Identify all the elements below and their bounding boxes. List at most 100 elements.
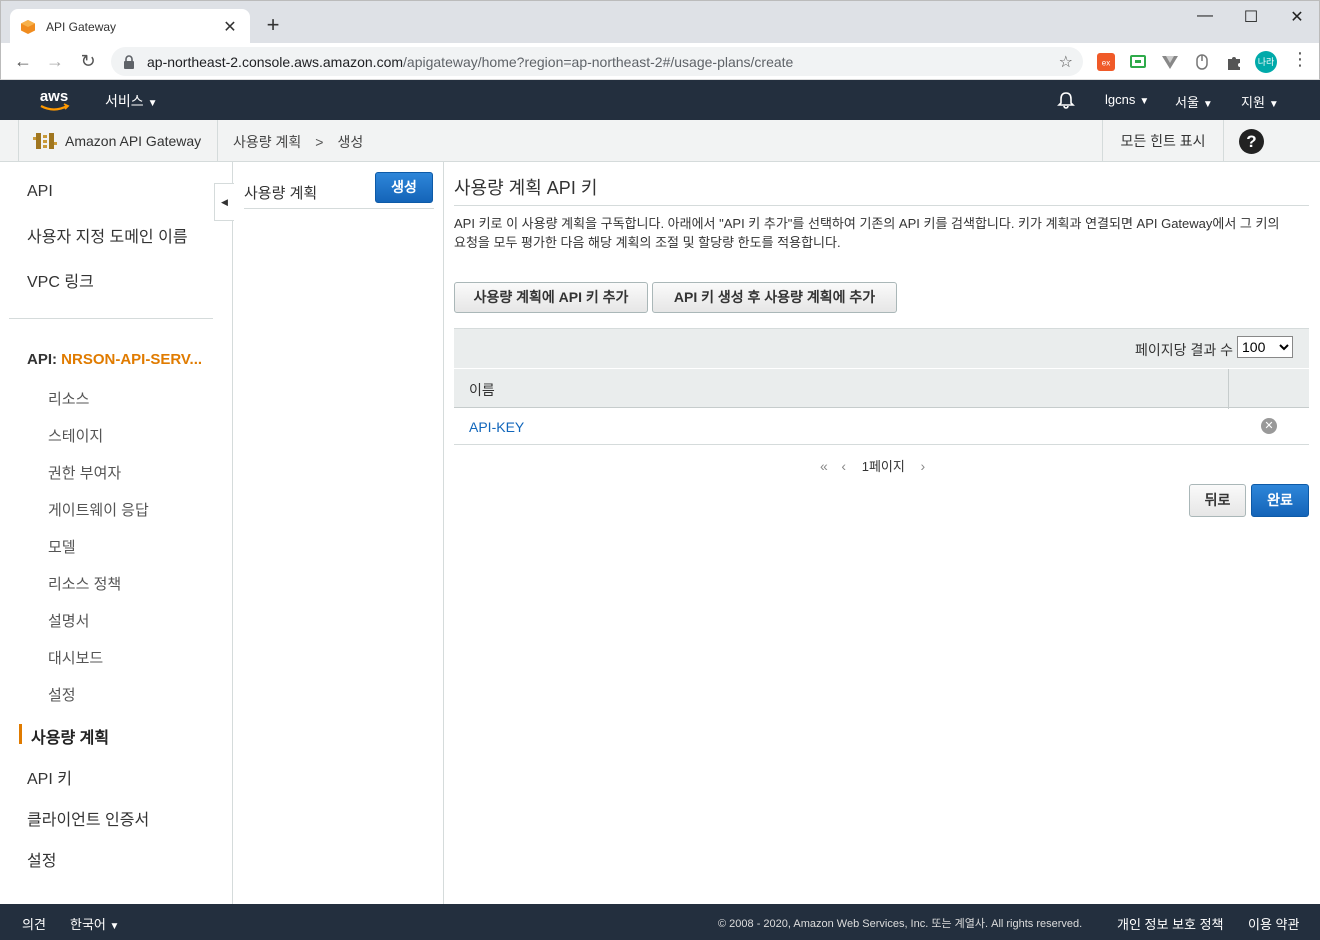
window-close-icon[interactable]: ✕	[1277, 7, 1317, 27]
nav-api-prefix: API:	[27, 351, 57, 368]
prev-page-icon[interactable]: ‹	[841, 458, 846, 474]
table-header: 이름	[454, 368, 1309, 409]
main-panel: 사용량 계획 API 키 API 키로 이 사용량 계획을 구독합니다. 아래에…	[444, 162, 1320, 904]
minimize-icon[interactable]: —	[1185, 7, 1225, 25]
api-key-link[interactable]: API-KEY	[469, 419, 524, 435]
svg-text:ex: ex	[1102, 59, 1110, 68]
breadcrumb-separator: >	[315, 134, 324, 150]
browser-toolbar: ← → ↻ ap-northeast-2.console.aws.amazon.…	[0, 43, 1320, 80]
terms-link[interactable]: 이용 약관	[1248, 914, 1299, 933]
pagination: « ‹ 1페이지 ›	[820, 456, 925, 475]
aws-top-nav: aws 서비스 ▼ lgcns ▼ 서울 ▼ 지원 ▼	[0, 80, 1320, 120]
create-api-key-button[interactable]: API 키 생성 후 사용량 계획에 추가	[652, 282, 897, 313]
browser-tabstrip: API Gateway ✕ + — ☐ ✕	[0, 0, 1320, 44]
support-caret-icon: ▼	[1268, 99, 1279, 110]
table-toolbar: 페이지당 결과 수 100	[454, 328, 1309, 368]
region-menu[interactable]: 서울 ▼	[1175, 92, 1213, 111]
browser-tab[interactable]: API Gateway ✕	[10, 9, 250, 44]
nav-item-custom-domain[interactable]: 사용자 지정 도메인 이름	[27, 223, 188, 247]
table-row: API-KEY ✕	[454, 408, 1309, 445]
notification-bell-icon[interactable]	[1056, 90, 1076, 110]
url-path: /apigateway/home?region=ap-northeast-2#/…	[403, 53, 794, 70]
nav-item-documentation[interactable]: 설명서	[48, 610, 89, 631]
extension-screen-icon[interactable]	[1129, 53, 1147, 71]
nav-item-usage-plans[interactable]: 사용량 계획	[31, 724, 109, 748]
nav-item-resource-policy[interactable]: 리소스 정책	[48, 573, 121, 594]
mid-divider	[244, 208, 434, 209]
usage-plans-heading: 사용량 계획	[244, 185, 318, 202]
language-selector[interactable]: 한국어 ▼	[70, 914, 119, 933]
nav-item-client-certificates[interactable]: 클라이언트 인증서	[27, 806, 149, 830]
account-caret-icon: ▼	[1139, 96, 1150, 107]
done-button[interactable]: 완료	[1251, 484, 1309, 517]
copyright-text: © 2008 - 2020, Amazon Web Services, Inc.…	[718, 918, 1083, 930]
api-gateway-service-icon	[33, 133, 57, 149]
nav-item-api[interactable]: API	[27, 183, 53, 201]
usage-plan-list-panel: 사용량 계획 생성	[234, 162, 444, 904]
next-page-icon[interactable]: ›	[920, 458, 925, 474]
nav-item-models[interactable]: 모델	[48, 536, 76, 557]
service-bar: Amazon API Gateway 사용량 계획 > 생성 모든 힌트 표시 ?	[0, 120, 1320, 162]
nav-item-dashboard[interactable]: 대시보드	[48, 647, 103, 668]
extension-mouse-icon[interactable]	[1193, 53, 1211, 71]
bookmark-star-icon[interactable]: ☆	[1059, 52, 1073, 72]
add-api-key-button[interactable]: 사용량 계획에 API 키 추가	[454, 282, 648, 313]
per-page-select[interactable]: 100	[1237, 336, 1293, 358]
svg-text:aws: aws	[40, 88, 68, 105]
maximize-icon[interactable]: ☐	[1231, 7, 1271, 27]
api-gateway-favicon-icon	[21, 19, 35, 34]
help-icon[interactable]: ?	[1239, 129, 1264, 154]
back-button[interactable]: 뒤로	[1189, 484, 1246, 517]
support-menu[interactable]: 지원 ▼	[1241, 92, 1279, 111]
profile-avatar[interactable]: 나라	[1255, 51, 1277, 73]
service-brand[interactable]: Amazon API Gateway	[18, 120, 218, 162]
language-label: 한국어	[70, 917, 106, 932]
forward-arrow-icon[interactable]: →	[43, 49, 67, 73]
nav-divider	[9, 318, 213, 319]
address-bar[interactable]: ap-northeast-2.console.aws.amazon.com/ap…	[111, 47, 1083, 76]
show-hints-button[interactable]: 모든 힌트 표시	[1102, 120, 1224, 162]
aws-logo-icon[interactable]: aws	[36, 86, 72, 114]
nav-item-vpc-link[interactable]: VPC 링크	[27, 268, 94, 292]
feedback-link[interactable]: 의견	[22, 914, 46, 933]
browser-menu-icon[interactable]: ⋮	[1291, 49, 1309, 70]
remove-key-icon[interactable]: ✕	[1261, 418, 1277, 434]
page-title: 사용량 계획 API 키	[454, 178, 598, 198]
per-page-label: 페이지당 결과 수	[1135, 342, 1233, 358]
column-header-name: 이름	[469, 382, 495, 398]
tab-close-icon[interactable]: ✕	[220, 17, 240, 37]
nav-item-resources[interactable]: 리소스	[48, 388, 89, 409]
collapse-nav-icon[interactable]: ◀	[214, 183, 234, 221]
breadcrumb: 사용량 계획 > 생성	[233, 132, 363, 152]
nav-item-authorizers[interactable]: 권한 부여자	[48, 462, 121, 483]
nav-item-stages[interactable]: 스테이지	[48, 425, 103, 446]
privacy-link[interactable]: 개인 정보 보호 정책	[1117, 914, 1224, 933]
services-caret-icon: ▼	[147, 98, 158, 109]
nav-item-gateway-responses[interactable]: 게이트웨이 응답	[48, 499, 149, 520]
account-menu[interactable]: lgcns ▼	[1105, 92, 1149, 107]
page-indicator: 1페이지	[861, 459, 905, 474]
language-caret-icon: ▼	[109, 921, 120, 932]
back-arrow-icon[interactable]: ←	[11, 49, 35, 73]
nav-item-api-settings[interactable]: 설정	[48, 684, 76, 705]
nav-item-settings[interactable]: 설정	[27, 847, 56, 871]
breadcrumb-usage-plans[interactable]: 사용량 계획	[233, 134, 301, 150]
nav-api-label[interactable]: API: NRSON-API-SERV...	[27, 351, 202, 368]
extension-ex-icon[interactable]: ex	[1097, 53, 1115, 71]
first-page-icon[interactable]: «	[820, 458, 828, 474]
services-menu[interactable]: 서비스 ▼	[105, 91, 158, 111]
breadcrumb-create: 생성	[337, 134, 364, 150]
create-usage-plan-button[interactable]: 생성	[375, 172, 433, 203]
reload-icon[interactable]: ↻	[76, 49, 100, 73]
new-tab-icon[interactable]: +	[261, 13, 285, 37]
url-host: ap-northeast-2.console.aws.amazon.com	[147, 53, 404, 70]
extension-vue-icon[interactable]	[1161, 53, 1179, 71]
nav-item-api-keys[interactable]: API 키	[27, 765, 72, 789]
column-divider	[1228, 369, 1229, 409]
tab-title: API Gateway	[46, 19, 117, 34]
support-label: 지원	[1241, 95, 1265, 110]
aws-footer: 의견 한국어 ▼ © 2008 - 2020, Amazon Web Servi…	[0, 904, 1320, 940]
nav-active-indicator	[19, 724, 22, 744]
extensions-puzzle-icon[interactable]	[1225, 53, 1243, 71]
services-label: 서비스	[105, 93, 144, 109]
